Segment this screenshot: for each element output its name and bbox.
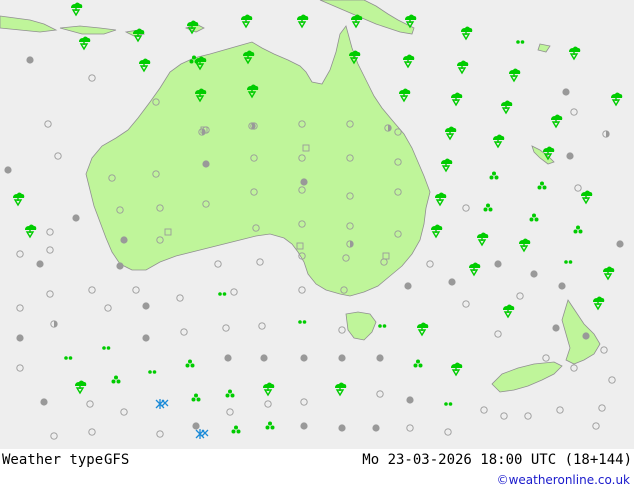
overcast-cloud-icon <box>300 178 308 186</box>
overcast-cloud-icon <box>376 354 384 362</box>
overcast-cloud-icon <box>300 354 308 362</box>
overcast-cloud-icon <box>566 152 574 160</box>
overcast-cloud-icon <box>4 166 12 174</box>
overcast-cloud-icon <box>116 262 124 270</box>
weather-map <box>0 0 634 449</box>
overcast-cloud-icon <box>372 424 380 432</box>
overcast-cloud-icon <box>72 214 80 222</box>
credit-link[interactable]: ©weatheronline.co.uk <box>497 473 630 487</box>
overcast-cloud-icon <box>202 160 210 168</box>
overcast-cloud-icon <box>16 334 24 342</box>
overcast-cloud-icon <box>40 398 48 406</box>
overcast-cloud-icon <box>338 424 346 432</box>
overcast-cloud-icon <box>530 270 538 278</box>
overcast-cloud-icon <box>260 354 268 362</box>
overcast-cloud-icon <box>406 396 414 404</box>
overcast-cloud-icon <box>552 324 560 332</box>
overcast-cloud-icon <box>404 282 412 290</box>
valid-time-label: Mo 23-03-2026 18:00 UTC (18+144) <box>362 452 632 468</box>
overcast-cloud-icon <box>338 354 346 362</box>
footer-bar: Weather type GFS Mo 23-03-2026 18:00 UTC… <box>0 449 634 490</box>
overcast-cloud-icon <box>192 422 200 430</box>
overcast-cloud-icon <box>616 240 624 248</box>
overcast-cloud-icon <box>142 302 150 310</box>
overcast-cloud-icon <box>558 282 566 290</box>
overcast-cloud-icon <box>582 332 590 340</box>
overcast-cloud-icon <box>142 334 150 342</box>
overcast-cloud-icon <box>120 236 128 244</box>
overcast-cloud-icon <box>448 278 456 286</box>
map-title: Weather type <box>2 452 104 468</box>
overcast-cloud-icon <box>300 422 308 430</box>
overcast-cloud-icon <box>36 260 44 268</box>
overcast-cloud-icon <box>562 88 570 96</box>
map-canvas <box>0 0 634 449</box>
overcast-cloud-icon <box>224 354 232 362</box>
overcast-cloud-icon <box>494 260 502 268</box>
model-label: GFS <box>104 452 130 468</box>
overcast-cloud-icon <box>26 56 34 64</box>
